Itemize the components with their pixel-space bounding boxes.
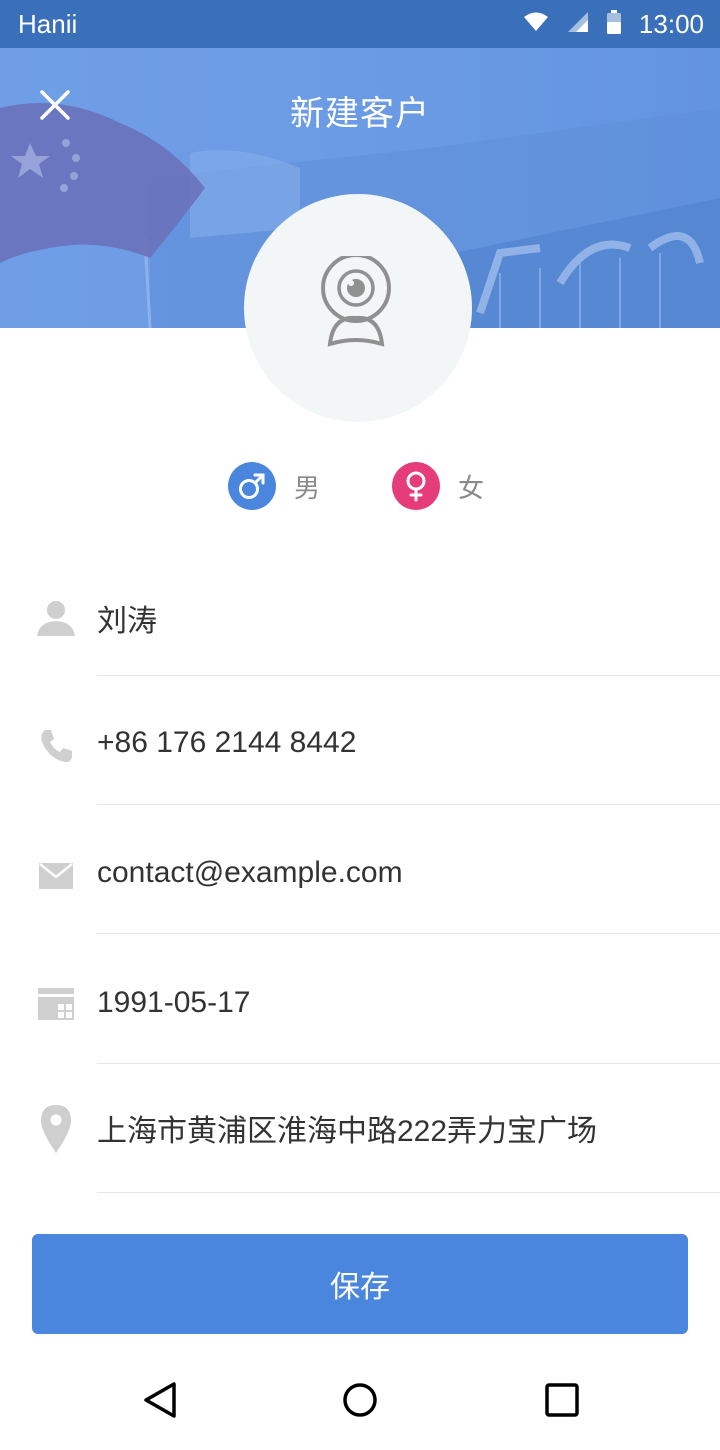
system-nav-bar — [0, 1350, 720, 1450]
divider — [97, 804, 720, 805]
new-customer-screen: Hanii 13:00 新建客户 男 女 刘涛 +86 176 2144 844… — [0, 0, 720, 1450]
status-bar: Hanii 13:00 — [0, 0, 720, 48]
name-value: 刘涛 — [97, 605, 157, 638]
calendar-icon — [36, 984, 76, 1024]
clock: 13:00 — [638, 8, 704, 39]
home-icon — [342, 1382, 378, 1422]
gender-male-label: 男 — [294, 473, 321, 504]
wifi-icon — [523, 11, 549, 37]
camera-icon — [318, 253, 398, 360]
recents-button[interactable] — [538, 1378, 586, 1426]
phone-icon — [36, 726, 76, 766]
signal-icon — [567, 11, 589, 37]
back-button[interactable] — [136, 1378, 184, 1426]
birthday-value: 1991-05-17 — [97, 986, 251, 1019]
save-button[interactable]: 保存 — [32, 1234, 688, 1334]
phone-value: +86 176 2144 8442 — [97, 726, 357, 759]
male-icon — [228, 462, 276, 510]
back-icon — [142, 1381, 178, 1423]
recents-icon — [545, 1383, 579, 1421]
location-pin-icon — [36, 1104, 76, 1154]
divider — [97, 933, 720, 934]
name-field[interactable]: 刘涛 — [0, 552, 720, 680]
home-button[interactable] — [336, 1378, 384, 1426]
birthday-field[interactable]: 1991-05-17 — [0, 938, 720, 1066]
female-icon — [392, 462, 440, 510]
battery-icon — [606, 10, 621, 38]
email-value: contact@example.com — [97, 856, 403, 889]
email-field[interactable]: contact@example.com — [0, 808, 720, 936]
gender-male-option[interactable]: 男 — [228, 462, 320, 510]
carrier-name: Hanii — [18, 8, 78, 39]
address-field[interactable]: 上海市黄浦区淮海中路222弄力宝广场 — [0, 1066, 720, 1194]
page-title: 新建客户 — [290, 94, 430, 134]
divider — [97, 1192, 720, 1193]
divider — [97, 1063, 720, 1064]
address-value: 上海市黄浦区淮海中路222弄力宝广场 — [97, 1115, 598, 1148]
mail-icon — [36, 856, 76, 896]
person-icon — [36, 598, 76, 638]
avatar-upload-button[interactable] — [244, 194, 472, 422]
gender-female-label: 女 — [458, 473, 485, 504]
gender-female-option[interactable]: 女 — [392, 462, 484, 510]
divider — [97, 675, 720, 676]
phone-field[interactable]: +86 176 2144 8442 — [0, 680, 720, 808]
